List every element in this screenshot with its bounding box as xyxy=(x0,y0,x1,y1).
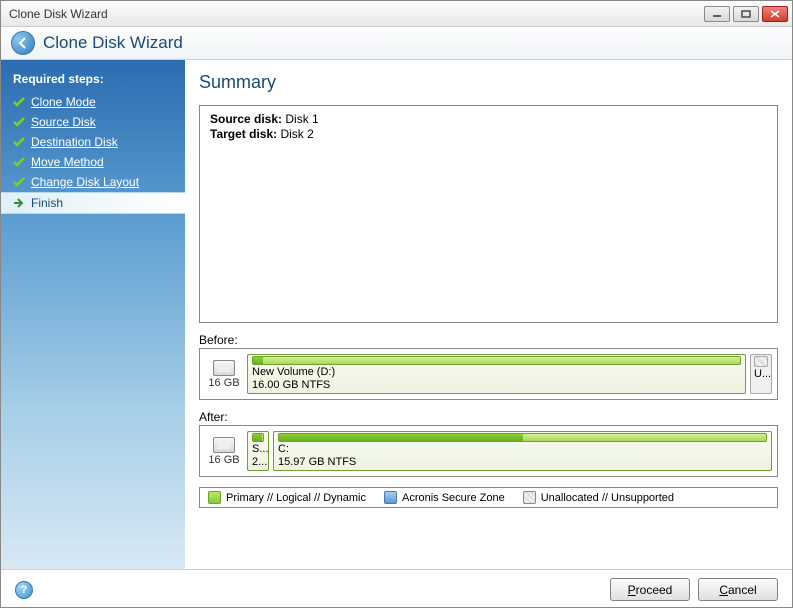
sidebar-heading: Required steps: xyxy=(1,68,185,92)
close-button[interactable] xyxy=(762,6,788,22)
partition-name: New Volume (D:) xyxy=(252,366,741,379)
check-icon xyxy=(13,136,25,148)
disk-icon-column: 16 GB xyxy=(205,431,243,471)
check-icon xyxy=(13,116,25,128)
disk-size: 16 GB xyxy=(208,377,239,389)
disk-size: 16 GB xyxy=(208,454,239,466)
swatch-primary-icon xyxy=(208,491,221,504)
source-disk-row: Source disk: Disk 1 xyxy=(210,112,767,126)
disk-icon-column: 16 GB xyxy=(205,354,243,394)
step-label: Finish xyxy=(31,196,63,210)
partition-name: C: xyxy=(278,443,767,456)
step-label: Change Disk Layout xyxy=(31,175,139,189)
sidebar: Required steps: Clone Mode Source Disk D… xyxy=(1,60,185,569)
partition-meta: 16.00 GB NTFS xyxy=(252,379,741,392)
proceed-rest: roceed xyxy=(636,583,673,597)
cancel-button[interactable]: Cancel xyxy=(698,578,778,601)
legend-unalloc-label: Unallocated // Unsupported xyxy=(541,492,674,504)
after-label: After: xyxy=(199,410,778,424)
check-icon xyxy=(13,176,25,188)
step-clone-mode[interactable]: Clone Mode xyxy=(1,92,185,112)
step-destination-disk[interactable]: Destination Disk xyxy=(1,132,185,152)
step-label: Destination Disk xyxy=(31,135,118,149)
step-label: Source Disk xyxy=(31,115,96,129)
target-disk-value: Disk 2 xyxy=(280,127,313,141)
step-move-method[interactable]: Move Method xyxy=(1,152,185,172)
swatch-secure-icon xyxy=(384,491,397,504)
partition-c[interactable]: C: 15.97 GB NTFS xyxy=(273,431,772,471)
partition-new-volume-d[interactable]: New Volume (D:) 16.00 GB NTFS xyxy=(247,354,746,394)
partition-small[interactable]: S... 2... xyxy=(247,431,269,471)
header-title: Clone Disk Wizard xyxy=(43,33,183,53)
before-disk: 16 GB New Volume (D:) 16.00 GB NTFS U... xyxy=(199,348,778,400)
minimize-button[interactable] xyxy=(704,6,730,22)
maximize-button[interactable] xyxy=(733,6,759,22)
step-finish: Finish xyxy=(1,192,186,214)
legend-secure: Acronis Secure Zone xyxy=(384,491,505,504)
disk-icon xyxy=(213,437,235,453)
partition-name: U... xyxy=(754,368,768,381)
window-controls xyxy=(704,6,788,22)
legend: Primary // Logical // Dynamic Acronis Se… xyxy=(199,487,778,508)
partition-unallocated[interactable]: U... xyxy=(750,354,772,394)
legend-secure-label: Acronis Secure Zone xyxy=(402,492,505,504)
step-label: Move Method xyxy=(31,155,104,169)
legend-unallocated: Unallocated // Unsupported xyxy=(523,491,674,504)
before-label: Before: xyxy=(199,333,778,347)
legend-primary-label: Primary // Logical // Dynamic xyxy=(226,492,366,504)
back-button[interactable] xyxy=(11,31,35,55)
legend-primary: Primary // Logical // Dynamic xyxy=(208,491,366,504)
main-panel: Summary Source disk: Disk 1 Target disk:… xyxy=(185,60,792,569)
summary-info-box: Source disk: Disk 1 Target disk: Disk 2 xyxy=(199,105,778,323)
titlebar: Clone Disk Wizard xyxy=(1,1,792,27)
source-disk-value: Disk 1 xyxy=(285,112,318,126)
proceed-button[interactable]: Proceed xyxy=(610,578,690,601)
step-source-disk[interactable]: Source Disk xyxy=(1,112,185,132)
disk-icon xyxy=(213,360,235,376)
partition-name: S... xyxy=(252,443,264,456)
step-change-disk-layout[interactable]: Change Disk Layout xyxy=(1,172,185,192)
partition-meta: 2... xyxy=(252,456,264,469)
swatch-unalloc-icon xyxy=(523,491,536,504)
arrow-right-icon xyxy=(13,197,25,209)
help-button[interactable]: ? xyxy=(15,581,33,599)
footer: ? Proceed Cancel xyxy=(1,569,792,609)
after-disk: 16 GB S... 2... C: 15.97 GB NTFS xyxy=(199,425,778,477)
step-label: Clone Mode xyxy=(31,95,96,109)
target-disk-row: Target disk: Disk 2 xyxy=(210,127,767,141)
cancel-rest: ancel xyxy=(728,583,757,597)
target-disk-label: Target disk: xyxy=(210,127,277,141)
back-arrow-icon xyxy=(16,36,30,50)
window-title: Clone Disk Wizard xyxy=(9,7,108,21)
page-title: Summary xyxy=(199,72,778,93)
source-disk-label: Source disk: xyxy=(210,112,282,126)
check-icon xyxy=(13,96,25,108)
wizard-header: Clone Disk Wizard xyxy=(1,27,792,60)
check-icon xyxy=(13,156,25,168)
partition-meta: 15.97 GB NTFS xyxy=(278,456,767,469)
